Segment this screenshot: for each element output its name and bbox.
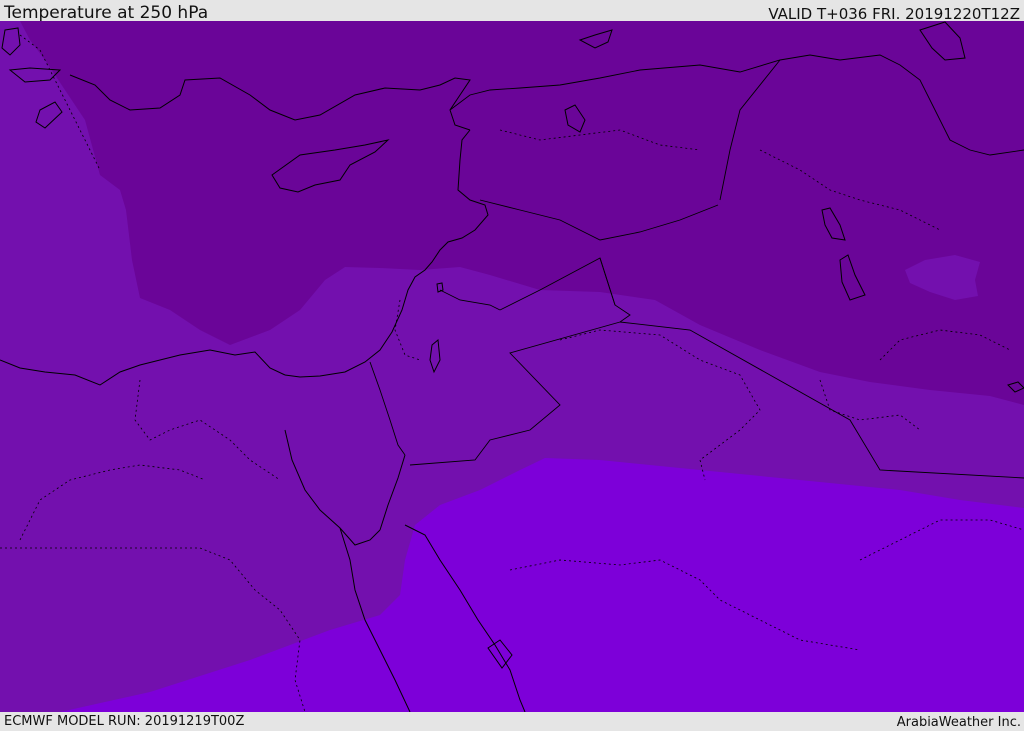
map-title: Temperature at 250 hPa: [4, 3, 209, 23]
temperature-map[interactable]: [0, 21, 1024, 712]
footer-bar: ECMWF MODEL RUN: 20191219T00Z ArabiaWeat…: [0, 712, 1024, 730]
header-bar: Temperature at 250 hPa VALID T+036 FRI. …: [0, 0, 1024, 23]
map-canvas: [0, 21, 1024, 712]
credit-label: ArabiaWeather Inc.: [896, 715, 1021, 730]
model-run-label: ECMWF MODEL RUN: 20191219T00Z: [4, 714, 245, 729]
